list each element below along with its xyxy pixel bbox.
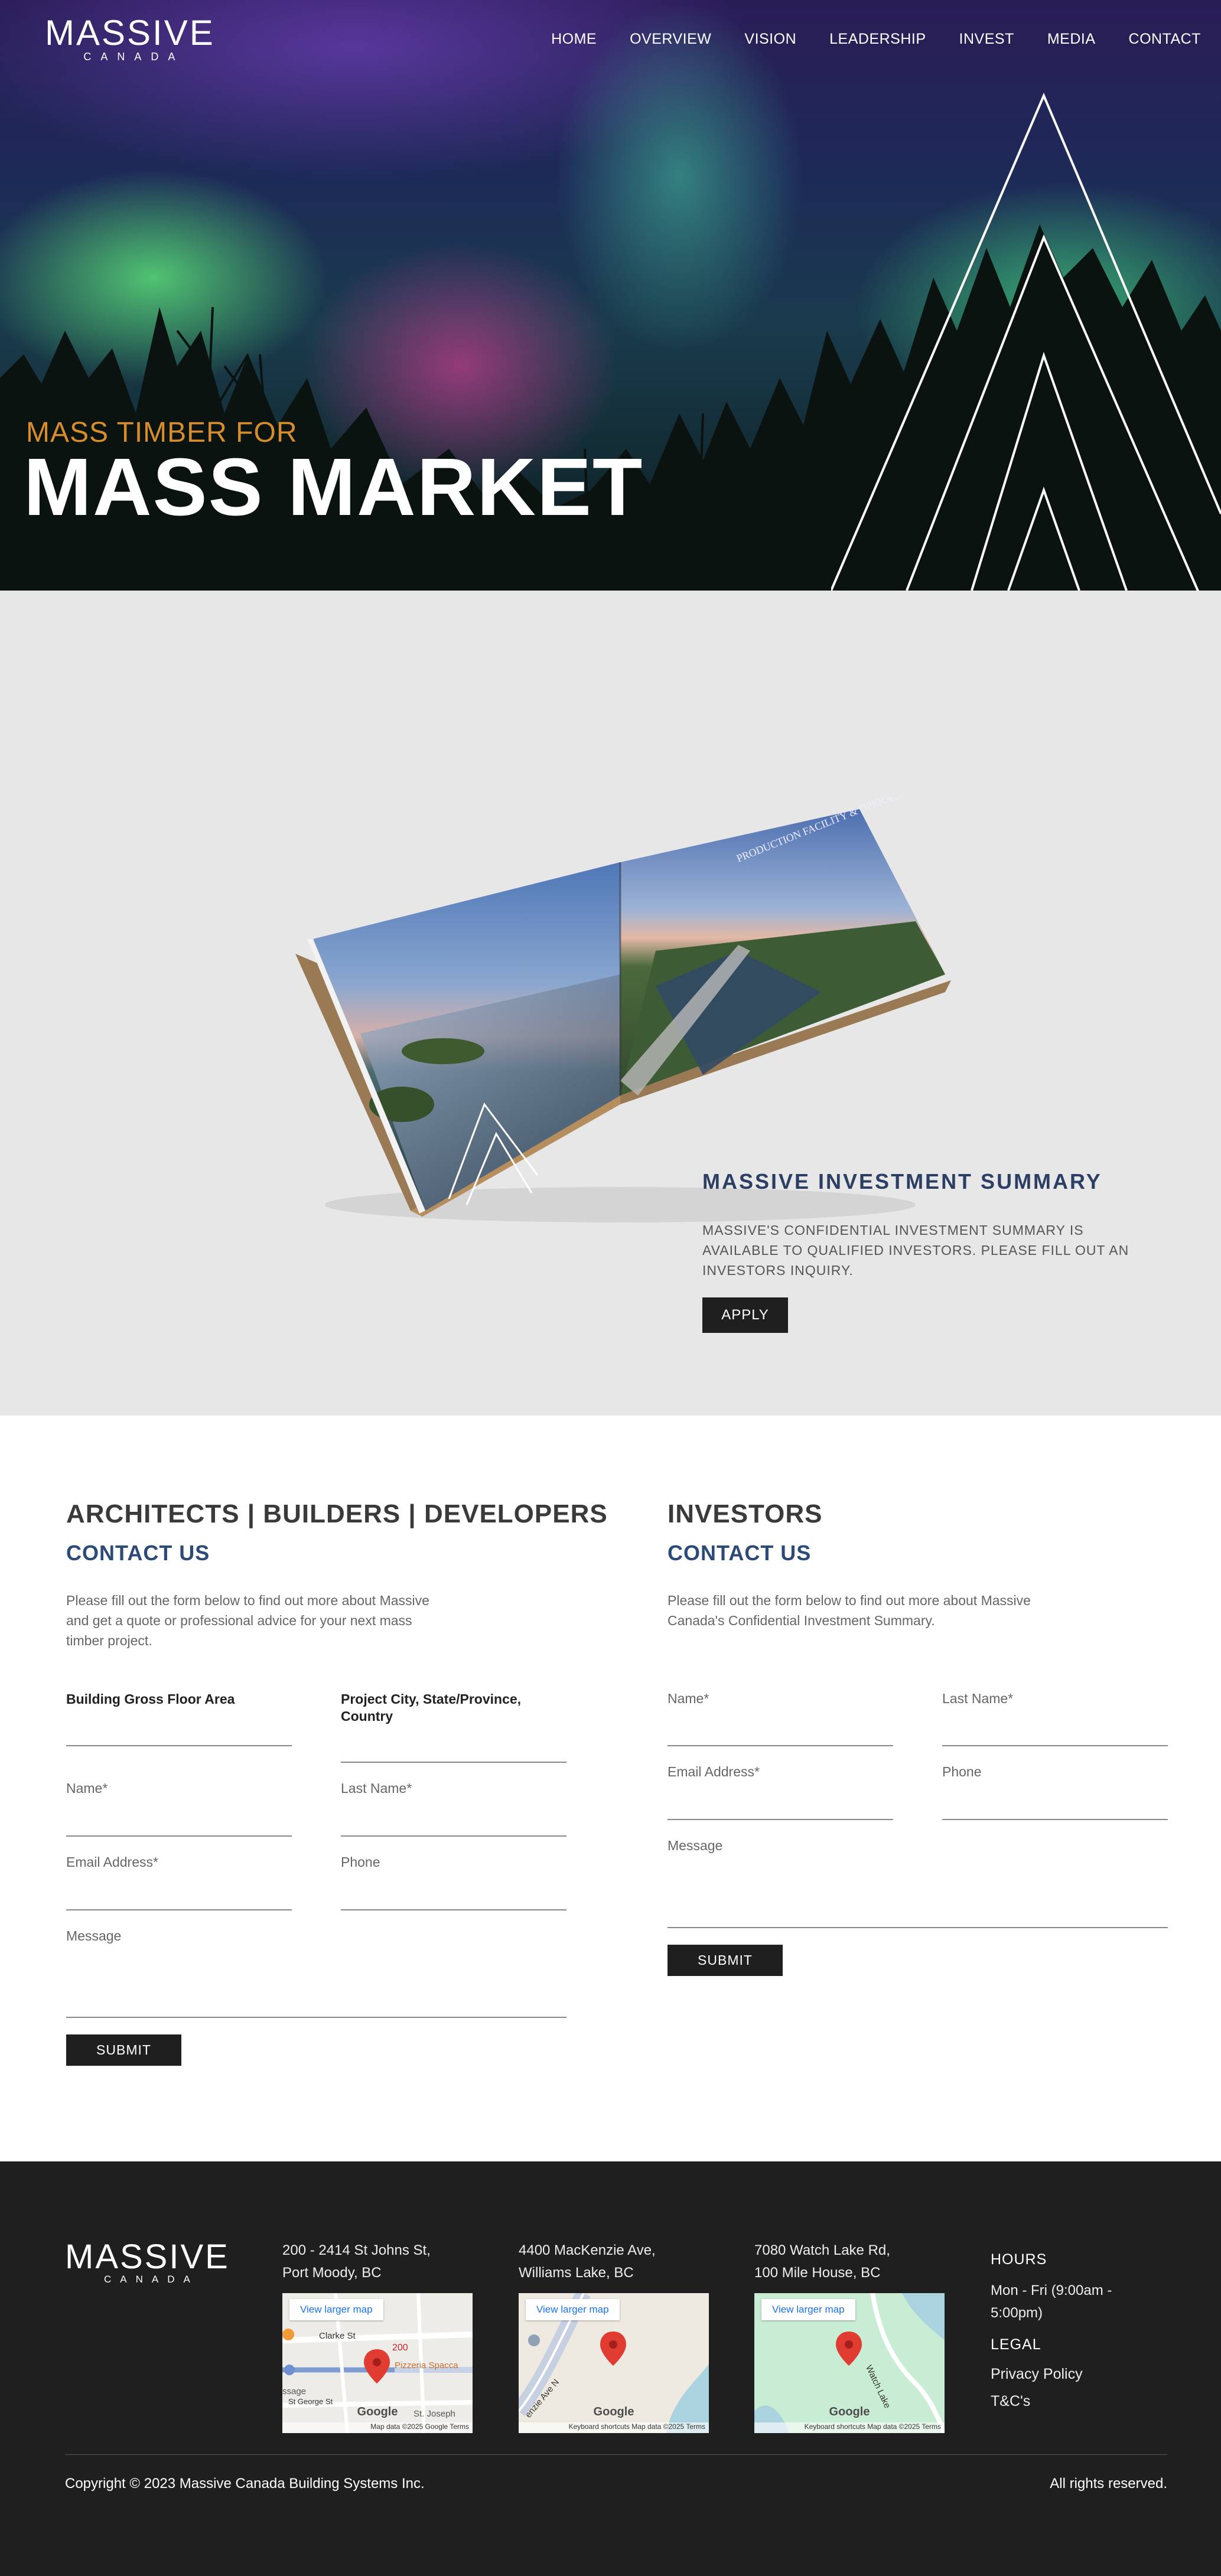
investors-name-label: Name*: [668, 1691, 709, 1706]
contact-section: ARCHITECTS | BUILDERS | DEVELOPERS CONTA…: [0, 1416, 1221, 2161]
nav-overview[interactable]: OVERVIEW: [630, 31, 711, 48]
terms-link[interactable]: T&C's: [991, 2393, 1030, 2410]
architects-description: Please fill out the form below to find o…: [66, 1593, 429, 1648]
location-1-address: 200 - 2414 St Johns St, Port Moody, BC: [282, 2239, 431, 2284]
footer-logo[interactable]: MASSIVE CANADA: [65, 2238, 230, 2285]
legal-title: LEGAL: [991, 2336, 1041, 2353]
footer-divider: [65, 2454, 1167, 2455]
architects-message-input[interactable]: [66, 1954, 566, 2018]
rights-text: All rights reserved.: [1050, 2476, 1167, 2492]
map-2-attribution: Keyboard shortcuts Map data ©2025 Terms: [519, 2422, 709, 2433]
architects-last-name-label: Last Name*: [341, 1781, 412, 1796]
investors-last-name-input[interactable]: [942, 1717, 1168, 1746]
hero-section: MASSIVE CANADA HOME OVERVIEW VISION LEAD…: [0, 0, 1221, 591]
investors-submit-button[interactable]: SUBMIT: [668, 1945, 783, 1976]
architects-email-input[interactable]: [66, 1881, 292, 1910]
map-1-label-pizzeria: Pizzeria Spacca: [395, 2360, 458, 2370]
location-3-address: 7080 Watch Lake Rd, 100 Mile House, BC: [754, 2239, 890, 2284]
investment-book-image: PRODUCTION FACILITY & OPERATION PLAN: [295, 797, 951, 1222]
location-3-view-larger-map[interactable]: View larger map: [761, 2299, 855, 2320]
location-2-view-larger-map[interactable]: View larger map: [526, 2299, 620, 2320]
nav-media[interactable]: MEDIA: [1047, 31, 1096, 48]
investors-description: Please fill out the form below to find o…: [668, 1593, 1031, 1628]
hours-text: Mon - Fri (9:00am - 5:00pm): [991, 2282, 1112, 2321]
map-1-label-stjoseph: St. Joseph: [413, 2409, 455, 2419]
location-1-view-larger-map[interactable]: View larger map: [289, 2299, 383, 2320]
footer-logo-wordmark: MASSIVE: [65, 2238, 230, 2276]
investors-phone-input[interactable]: [942, 1791, 1168, 1820]
map-1-attribution: Map data ©2025 Google Terms: [282, 2422, 473, 2433]
logo-wordmark: MASSIVE: [45, 13, 215, 53]
main-nav: HOME OVERVIEW VISION LEADERSHIP INVEST M…: [551, 31, 1201, 48]
location-1-line1: 200 - 2414 St Johns St,: [282, 2242, 431, 2258]
privacy-policy-link[interactable]: Privacy Policy: [991, 2366, 1083, 2383]
hours-title: HOURS: [991, 2251, 1047, 2268]
site-logo[interactable]: MASSIVE CANADA: [45, 13, 215, 63]
map-1-label-clarke: Clarke St: [319, 2331, 356, 2341]
investors-message-label: Message: [668, 1838, 723, 1853]
map-2-google-logo: Google: [593, 2405, 634, 2418]
gross-floor-area-label: Building Gross Floor Area: [66, 1691, 235, 1707]
gross-floor-area-input[interactable]: [66, 1717, 292, 1746]
location-2-address: 4400 MacKenzie Ave, Williams Lake, BC: [519, 2239, 656, 2284]
map-1-label-ssage: ssage: [282, 2386, 307, 2396]
architects-name-label: Name*: [66, 1781, 108, 1796]
location-1-line2: Port Moody, BC: [282, 2265, 382, 2281]
map-1-label-200: 200: [392, 2343, 408, 2353]
architects-title: ARCHITECTS | BUILDERS | DEVELOPERS: [66, 1499, 608, 1528]
architects-subtitle: CONTACT US: [66, 1541, 210, 1565]
location-3-line2: 100 Mile House, BC: [754, 2265, 881, 2281]
architects-phone-input[interactable]: [341, 1881, 566, 1910]
map-3-google-logo: Google: [829, 2405, 870, 2418]
hero-title: MASS MARKET: [24, 442, 644, 533]
location-3-map[interactable]: Watch Lake View larger map Google Keyboa…: [754, 2293, 945, 2433]
copyright-text: Copyright © 2023 Massive Canada Building…: [65, 2476, 425, 2492]
architects-phone-label: Phone: [341, 1854, 380, 1870]
summary-title: MASSIVE INVESTMENT SUMMARY: [702, 1169, 1102, 1194]
mountain-peaks-graphic: [831, 92, 1221, 591]
nav-contact[interactable]: CONTACT: [1129, 31, 1201, 48]
investors-title: INVESTORS: [668, 1499, 823, 1528]
nav-leadership[interactable]: LEADERSHIP: [829, 31, 926, 48]
architects-last-name-input[interactable]: [341, 1807, 566, 1837]
nav-home[interactable]: HOME: [551, 31, 597, 48]
location-2-line2: Williams Lake, BC: [519, 2265, 634, 2281]
investment-summary-section: PRODUCTION FACILITY & OPERATION PLAN MAS…: [0, 591, 1221, 1416]
investors-name-input[interactable]: [668, 1717, 893, 1746]
investors-phone-label: Phone: [942, 1764, 982, 1779]
location-1-map[interactable]: Clarke St 200 Pizzeria Spacca St George …: [282, 2293, 473, 2433]
location-2-line1: 4400 MacKenzie Ave,: [519, 2242, 656, 2258]
investors-email-label: Email Address*: [668, 1764, 760, 1779]
nav-vision[interactable]: VISION: [744, 31, 796, 48]
investors-last-name-label: Last Name*: [942, 1691, 1014, 1706]
investors-message-input[interactable]: [668, 1864, 1168, 1928]
summary-text: MASSIVE'S CONFIDENTIAL INVESTMENT SUMMAR…: [702, 1222, 1129, 1278]
investors-subtitle: CONTACT US: [668, 1541, 812, 1565]
investors-email-input[interactable]: [668, 1791, 893, 1820]
architects-email-label: Email Address*: [66, 1854, 158, 1870]
location-2-map[interactable]: enzie Ave N View larger map Google Keybo…: [519, 2293, 709, 2433]
architects-message-label: Message: [66, 1928, 122, 1944]
nav-invest[interactable]: INVEST: [959, 31, 1014, 48]
apply-button[interactable]: APPLY: [702, 1297, 788, 1333]
map-3-attribution: Keyboard shortcuts Map data ©2025 Terms: [754, 2422, 945, 2433]
project-location-input[interactable]: [341, 1733, 566, 1763]
project-location-label: Project City, State/Province, Country: [341, 1691, 522, 1724]
map-1-label-stgeorge: St George St: [288, 2397, 333, 2406]
architects-submit-button[interactable]: SUBMIT: [66, 2034, 181, 2066]
architects-name-input[interactable]: [66, 1807, 292, 1837]
site-footer: MASSIVE CANADA 200 - 2414 St Johns St, P…: [0, 2161, 1221, 2576]
location-3-line1: 7080 Watch Lake Rd,: [754, 2242, 890, 2258]
map-1-google-logo: Google: [357, 2405, 398, 2418]
